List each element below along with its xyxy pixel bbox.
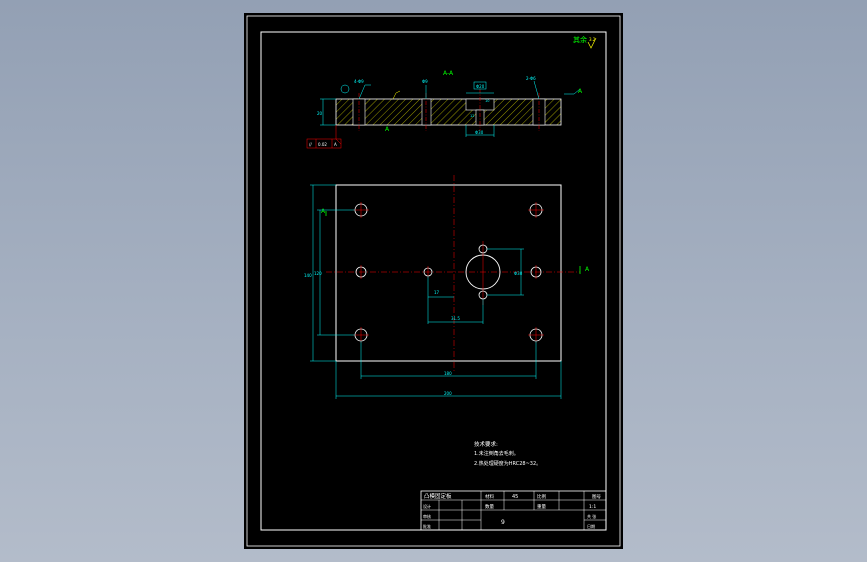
punch-hole — [465, 241, 501, 305]
hole-label-mid: Φ9 — [422, 79, 428, 84]
section-body — [335, 98, 562, 126]
svg-text:比例: 比例 — [537, 493, 546, 500]
slot-width-label: Φ20 — [476, 84, 485, 89]
svg-text:3.2: 3.2 — [589, 37, 596, 42]
svg-text:A: A — [334, 142, 337, 147]
svg-text:0.02: 0.02 — [318, 142, 327, 147]
technical-notes: 技术要求: 1.未注倒角去毛刺。 2.热处理硬度为HRC28~32。 — [474, 440, 541, 467]
plate-outline — [335, 184, 562, 362]
mounting-hole — [528, 327, 544, 343]
svg-text:140: 140 — [304, 273, 312, 278]
hole-label-left: 4-Φ9 — [354, 79, 364, 84]
svg-text:31.5: 31.5 — [451, 316, 460, 321]
datum-right: A — [578, 88, 583, 95]
page-scale: 1:1 — [589, 504, 596, 510]
svg-text:重量: 重量 — [537, 503, 546, 510]
datum-left: A — [385, 126, 390, 133]
cad-drawing: 其余 3.2 A-A 4-Φ9 Φ9 Φ20 10 12 Φ30 2-Φ6 A … — [246, 15, 621, 547]
plan-view: A A 180 200 140 120 17 31.5 Φ30 — [304, 175, 590, 399]
material-value: 45 — [512, 494, 518, 500]
bottom-width-label: Φ30 — [475, 130, 484, 135]
section-hole — [421, 98, 432, 126]
drawing-sheet: 其余 3.2 A-A 4-Φ9 Φ9 Φ20 10 12 Φ30 2-Φ6 A … — [244, 13, 623, 549]
slot-depth-label: 10 — [485, 99, 489, 103]
thickness-label: 20 — [317, 111, 323, 116]
section-mark-left: A — [321, 208, 326, 215]
notes-line: 2.热处理硬度为HRC28~32。 — [474, 460, 541, 467]
svg-text:180: 180 — [444, 371, 452, 376]
section-mark-right: A — [585, 266, 590, 273]
drawing-number: 9 — [501, 519, 505, 526]
notes-line: 1.未注倒角去毛刺。 — [474, 450, 519, 457]
mounting-hole — [353, 327, 369, 343]
svg-text:日期: 日期 — [587, 523, 595, 529]
svg-text:200: 200 — [444, 391, 452, 396]
svg-text:120: 120 — [314, 271, 322, 276]
svg-text:材料: 材料 — [485, 493, 494, 500]
section-view: A-A 4-Φ9 Φ9 Φ20 10 12 Φ30 2-Φ6 A A 20 //… — [306, 70, 583, 149]
mounting-hole — [353, 202, 369, 218]
hole-label-right: 2-Φ6 — [526, 76, 536, 81]
svg-text:设计: 设计 — [423, 503, 431, 509]
svg-text://: // — [309, 142, 312, 147]
outer-frame — [246, 15, 621, 547]
tolerance-frame: // 0.02 A — [306, 138, 342, 149]
svg-text:批准: 批准 — [423, 523, 431, 529]
dimension-hole-spacing: 31.5 — [428, 299, 484, 324]
mounting-hole — [528, 202, 544, 218]
dimension-left-inner: 120 — [314, 209, 355, 336]
svg-text:图号: 图号 — [592, 494, 601, 500]
section-title: A-A — [443, 70, 454, 77]
roughness-symbol: 3.2 — [587, 37, 597, 49]
dimension-bottom-inner: 180 — [360, 341, 537, 379]
svg-text:17: 17 — [434, 290, 440, 295]
dimension-bottom-outer: 200 — [335, 361, 562, 399]
roughness-note: 其余 — [573, 35, 587, 44]
title-block: 凸模固定板 材料 45 比例 图号 数量 重量 1:1 设计 审核 批准 9 共… — [420, 490, 607, 531]
part-name: 凸模固定板 — [424, 492, 452, 500]
svg-text:共 张: 共 张 — [587, 513, 596, 519]
svg-text:数量: 数量 — [485, 503, 494, 510]
svg-text:审核: 审核 — [423, 513, 431, 519]
notes-title: 技术要求: — [474, 440, 498, 448]
section-depth-label: 12 — [470, 114, 474, 118]
svg-text:Φ30: Φ30 — [514, 271, 523, 276]
